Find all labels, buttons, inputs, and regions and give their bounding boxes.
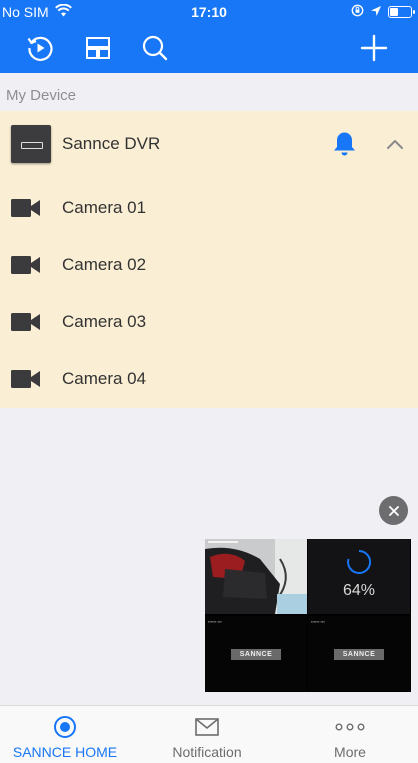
section-label: My Device <box>6 87 77 104</box>
camera-label: Camera 04 <box>62 369 147 388</box>
camera-icon <box>11 255 41 280</box>
camera-icon <box>11 369 41 394</box>
channel-timestamp: ▪▪▪▪▪▪ ▪▪▪ <box>208 619 222 624</box>
preview-cell-4[interactable]: ▪▪▪▪▪▪ ▪▪▪ SANNCE <box>308 616 410 691</box>
brand-watermark: SANNCE <box>334 649 384 660</box>
tab-label: Notification <box>172 744 242 760</box>
tab-notification[interactable]: Notification <box>137 706 277 763</box>
preview-cell-1[interactable] <box>205 539 307 614</box>
camera-feed-image <box>205 539 307 614</box>
device-list: Sannce DVR Camera 01 Camera 02 Camera 03… <box>0 111 418 408</box>
camera-label: Camera 01 <box>62 198 147 217</box>
battery-icon <box>388 6 415 18</box>
close-preview-button[interactable] <box>379 496 408 525</box>
camera-row[interactable]: Camera 03 <box>0 293 418 350</box>
camera-label: Camera 02 <box>62 255 147 274</box>
dvr-icon <box>11 125 51 163</box>
brand-watermark: SANNCE <box>231 649 281 660</box>
preview-cell-3[interactable]: ▪▪▪▪▪▪ ▪▪▪ SANNCE <box>205 616 307 691</box>
layout-icon[interactable] <box>80 30 116 66</box>
channel-timestamp: ▪▪▪▪▪▪ ▪▪▪ <box>311 619 325 624</box>
mail-icon <box>137 714 277 740</box>
status-bar: No SIM 17:10 <box>0 0 418 24</box>
home-icon <box>0 714 135 740</box>
tab-more[interactable]: More <box>280 706 418 763</box>
tab-home[interactable]: SANNCE HOME <box>0 706 135 763</box>
device-row-dvr[interactable]: Sannce DVR <box>0 111 418 175</box>
live-preview-window[interactable]: 64% ▪▪▪▪▪▪ ▪▪▪ SANNCE ▪▪▪▪▪▪ ▪▪▪ SANNCE <box>205 539 411 692</box>
playback-icon[interactable] <box>22 30 58 66</box>
camera-row[interactable]: Camera 01 <box>0 179 418 236</box>
location-icon <box>370 4 382 20</box>
camera-icon <box>11 198 41 223</box>
tab-bar: SANNCE HOME Notification More <box>0 705 418 763</box>
camera-label: Camera 03 <box>62 312 147 331</box>
camera-icon <box>11 312 41 337</box>
loading-progress: 64% <box>342 582 376 599</box>
preview-cell-2[interactable]: 64% <box>308 539 410 614</box>
camera-row[interactable]: Camera 02 <box>0 236 418 293</box>
loading-spinner-icon <box>347 549 372 574</box>
bell-icon[interactable] <box>331 130 358 162</box>
device-name: Sannce DVR <box>62 134 161 153</box>
more-dots-icon <box>280 714 418 740</box>
add-icon[interactable] <box>356 30 392 66</box>
close-icon <box>388 505 399 516</box>
tab-label: SANNCE HOME <box>12 744 118 760</box>
camera-row[interactable]: Camera 04 <box>0 350 418 407</box>
tab-label: More <box>334 744 366 760</box>
chevron-up-icon[interactable] <box>386 137 404 155</box>
orientation-lock-icon <box>351 4 364 20</box>
search-icon[interactable] <box>137 30 173 66</box>
top-bar: No SIM 17:10 <box>0 0 418 73</box>
